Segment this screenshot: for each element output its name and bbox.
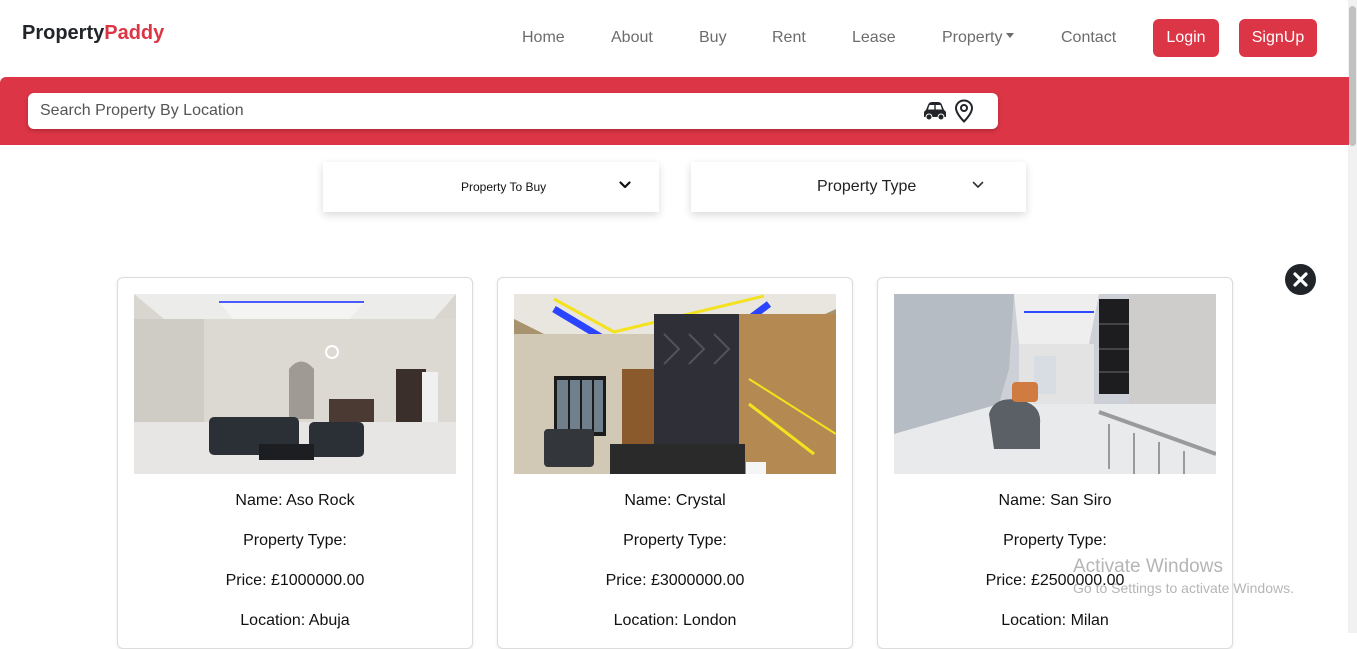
property-card[interactable]: Name: Aso Rock Property Type: Price: £10… [117, 277, 473, 649]
property-type: Property Type: [243, 532, 347, 549]
property-location: Location: London [613, 612, 737, 629]
property-type-select[interactable]: Property Type [691, 162, 1026, 212]
property-name: Name: Aso Rock [235, 492, 355, 509]
nav-property-label: Property [942, 29, 1003, 46]
search-input[interactable] [40, 93, 900, 129]
brand-part-1: Property [22, 22, 105, 44]
property-card[interactable]: Name: Crystal Property Type: Price: £300… [497, 277, 853, 649]
activate-windows-subtitle: Go to Settings to activate Windows. [1073, 580, 1294, 596]
login-button[interactable]: Login [1153, 19, 1219, 57]
chevron-down-icon [619, 181, 631, 189]
search-box [28, 93, 998, 129]
purpose-select[interactable]: Property To Buy [323, 162, 659, 212]
scrollbar-thumb[interactable] [1349, 6, 1356, 146]
close-icon [1293, 272, 1308, 287]
search-band [0, 77, 1349, 145]
nav-lease[interactable]: Lease [852, 29, 896, 47]
nav-about[interactable]: About [611, 29, 653, 47]
property-name: Name: Crystal [624, 492, 726, 509]
nav-home[interactable]: Home [522, 29, 565, 47]
purpose-select-value: Property To Buy [461, 180, 547, 194]
map-pin-icon[interactable] [954, 99, 974, 123]
property-price: Price: £1000000.00 [225, 572, 365, 589]
property-type: Property Type: [623, 532, 727, 549]
property-type-select-value: Property Type [817, 178, 917, 195]
property-location: Location: Milan [1001, 612, 1109, 629]
nav-buy[interactable]: Buy [699, 29, 727, 47]
nav-property-dropdown[interactable]: Property [942, 29, 1015, 47]
property-photo[interactable] [894, 294, 1216, 474]
signup-button[interactable]: SignUp [1239, 19, 1317, 57]
brand-part-2: Paddy [104, 22, 165, 44]
property-type: Property Type: [1003, 532, 1107, 549]
nav-rent[interactable]: Rent [772, 29, 806, 47]
property-location: Location: Abuja [240, 612, 350, 629]
activate-windows-title: Activate Windows [1073, 556, 1223, 577]
property-photo[interactable] [134, 294, 456, 474]
brand-logo[interactable]: PropertyPaddy [22, 22, 164, 45]
car-icon[interactable] [923, 101, 947, 121]
close-button[interactable] [1285, 264, 1316, 295]
caret-down-icon [1006, 33, 1015, 39]
property-price: Price: £3000000.00 [605, 572, 745, 589]
property-photo[interactable] [514, 294, 836, 474]
navbar: PropertyPaddy Home About Buy Rent Lease … [0, 0, 1357, 77]
page-scrollbar[interactable] [1348, 0, 1357, 633]
nav-contact[interactable]: Contact [1061, 29, 1116, 47]
chevron-down-icon [972, 181, 984, 188]
property-name: Name: San Siro [998, 492, 1112, 509]
